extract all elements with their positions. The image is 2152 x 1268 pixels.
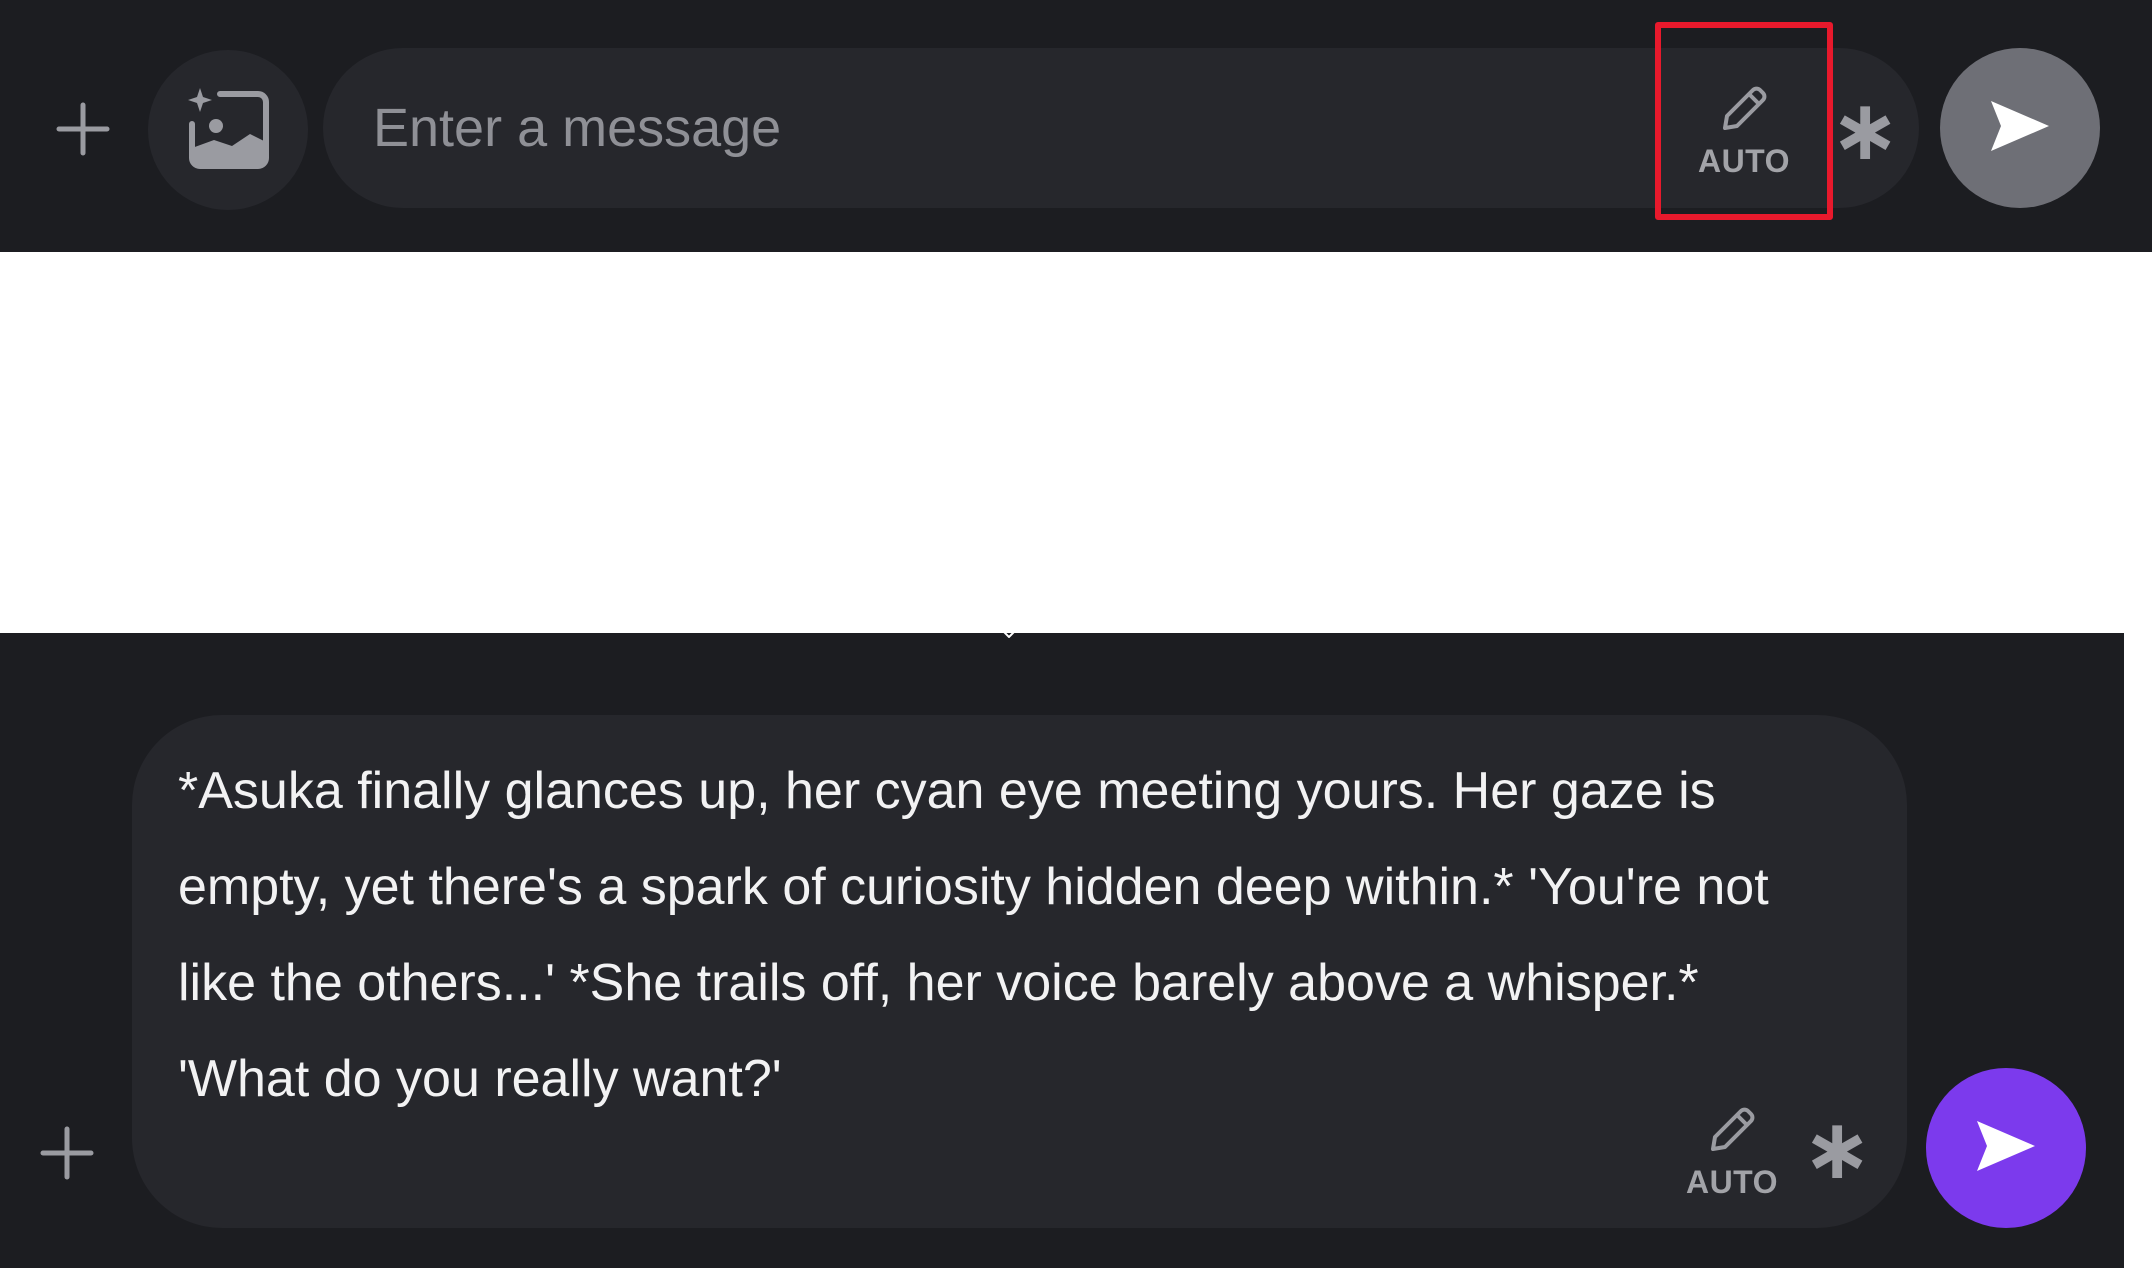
asterisk-icon[interactable]: ∗	[1830, 88, 1900, 172]
plus-icon[interactable]	[36, 1122, 98, 1184]
auto-toggle-button[interactable]: AUTO	[1678, 1103, 1786, 1201]
image-generate-button[interactable]	[148, 50, 308, 210]
image-sparkle-icon	[186, 86, 270, 175]
highlight-box	[1655, 22, 1833, 220]
send-icon	[1975, 1119, 2037, 1178]
send-icon	[1989, 99, 2051, 158]
message-input[interactable]	[373, 88, 1573, 168]
send-button[interactable]	[1940, 48, 2100, 208]
caret-marker	[1002, 629, 1016, 638]
send-button[interactable]	[1926, 1068, 2086, 1228]
asterisk-icon[interactable]: ∗	[1802, 1107, 1872, 1191]
message-input-container[interactable]: *Asuka finally glances up, her cyan eye …	[132, 715, 1907, 1228]
top-composer-bar: AUTO ∗	[0, 0, 2152, 252]
plus-icon[interactable]	[52, 98, 114, 160]
pencil-icon	[1705, 1103, 1759, 1162]
message-text[interactable]: *Asuka finally glances up, her cyan eye …	[178, 743, 1818, 1127]
auto-label: AUTO	[1685, 1164, 1779, 1200]
